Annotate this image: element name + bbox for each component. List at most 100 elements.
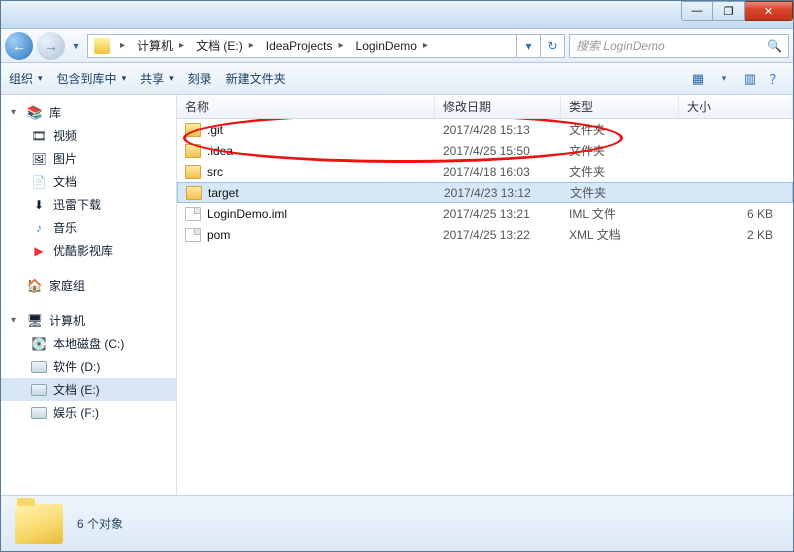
file-name: .idea (207, 144, 233, 158)
sidebar-library-group: ▾ 📚 库 🎞视频 🖼图片 📄文档 ⬇迅雷下载 ♪音乐 ▶优酷影视库 (1, 101, 176, 262)
forward-button[interactable]: → (37, 32, 65, 60)
crumb-computer[interactable]: 计算机▸ (131, 37, 190, 54)
file-rows[interactable]: .git 2017/4/28 15:13 文件夹 .idea 2017/4/25… (177, 119, 793, 495)
file-type: 文件夹 (561, 121, 679, 138)
video-icon: 🎞 (31, 128, 47, 144)
collapse-icon: ▾ (11, 107, 21, 118)
file-row[interactable]: .git 2017/4/28 15:13 文件夹 (177, 119, 793, 140)
crumb-logindemo[interactable]: LoginDemo▸ (350, 39, 434, 53)
organize-menu[interactable]: 组织 (9, 70, 43, 87)
download-icon: ⬇ (31, 197, 47, 213)
status-folder-icon (15, 504, 63, 544)
file-row[interactable]: src 2017/4/18 16:03 文件夹 (177, 161, 793, 182)
folder-icon (185, 144, 201, 158)
file-type: XML 文档 (561, 226, 679, 243)
folder-icon (185, 123, 201, 137)
sidebar-item-music[interactable]: ♪音乐 (1, 216, 176, 239)
share-menu[interactable]: 共享 (140, 70, 174, 87)
body: ▾ 📚 库 🎞视频 🖼图片 📄文档 ⬇迅雷下载 ♪音乐 ▶优酷影视库 🏠 家庭组 (1, 95, 793, 495)
search-input[interactable]: 搜索 LoginDemo 🔍 (569, 34, 789, 58)
titlebar: — ❐ ✕ (1, 1, 793, 29)
sidebar-item-video[interactable]: 🎞视频 (1, 124, 176, 147)
picture-icon: 🖼 (31, 151, 47, 167)
file-icon (185, 207, 201, 221)
refresh-button[interactable]: ↻ (540, 34, 564, 58)
collapse-icon: ▾ (11, 315, 21, 326)
file-name: pom (207, 228, 230, 242)
crumb-ideaprojects[interactable]: IdeaProjects▸ (260, 39, 350, 53)
sidebar-homegroup-label: 家庭组 (49, 277, 85, 294)
computer-icon: 🖥 (27, 313, 43, 329)
sidebar: ▾ 📚 库 🎞视频 🖼图片 📄文档 ⬇迅雷下载 ♪音乐 ▶优酷影视库 🏠 家庭组 (1, 95, 177, 495)
sidebar-computer-header[interactable]: ▾ 🖥 计算机 (1, 309, 176, 332)
maximize-button[interactable]: ❐ (713, 1, 745, 21)
file-row[interactable]: pom 2017/4/25 13:22 XML 文档 2 KB (177, 224, 793, 245)
file-row[interactable]: .idea 2017/4/25 15:50 文件夹 (177, 140, 793, 161)
status-text: 6 个对象 (77, 515, 123, 532)
explorer-window: — ❐ ✕ ← → ▼ ▸ 计算机▸ 文档 (E:)▸ IdeaProjects… (0, 0, 794, 552)
file-name: LoginDemo.iml (207, 207, 287, 221)
file-date: 2017/4/25 15:50 (435, 144, 561, 158)
file-name: src (207, 165, 223, 179)
burn-button[interactable]: 刻录 (188, 70, 212, 87)
drive-icon: 💽 (31, 336, 47, 352)
file-date: 2017/4/23 13:12 (436, 186, 562, 200)
column-headers: 名称 修改日期 类型 大小 (177, 95, 793, 119)
file-size: 6 KB (679, 207, 793, 221)
sidebar-drive-e[interactable]: 文档 (E:) (1, 378, 176, 401)
view-dropdown[interactable]: ▾ (715, 70, 733, 88)
new-folder-button[interactable]: 新建文件夹 (226, 70, 286, 87)
sidebar-item-documents[interactable]: 📄文档 (1, 170, 176, 193)
file-date: 2017/4/25 13:22 (435, 228, 561, 242)
file-icon (185, 228, 201, 242)
search-placeholder: 搜索 LoginDemo (576, 37, 665, 54)
sidebar-drive-f[interactable]: 娱乐 (F:) (1, 401, 176, 424)
sidebar-homegroup-header[interactable]: 🏠 家庭组 (1, 274, 176, 297)
window-controls: — ❐ ✕ (681, 1, 793, 28)
file-name: target (208, 186, 239, 200)
sidebar-drive-c[interactable]: 💽本地磁盘 (C:) (1, 332, 176, 355)
column-type[interactable]: 类型 (561, 95, 679, 118)
homegroup-icon: 🏠 (27, 278, 43, 294)
folder-icon (186, 186, 202, 200)
sidebar-homegroup: 🏠 家庭组 (1, 274, 176, 297)
view-mode-button[interactable]: ▦ (689, 70, 707, 88)
history-dropdown[interactable]: ▼ (69, 41, 83, 51)
close-button[interactable]: ✕ (745, 1, 793, 21)
sidebar-item-pictures[interactable]: 🖼图片 (1, 147, 176, 170)
crumb-sep: ▸ (120, 40, 125, 51)
youku-icon: ▶ (31, 243, 47, 259)
sidebar-library-header[interactable]: ▾ 📚 库 (1, 101, 176, 124)
file-row[interactable]: target 2017/4/23 13:12 文件夹 (177, 182, 793, 203)
sidebar-item-youku[interactable]: ▶优酷影视库 (1, 239, 176, 262)
preview-pane-button[interactable]: ▥ (741, 70, 759, 88)
back-button[interactable]: ← (5, 32, 33, 60)
folder-icon (94, 38, 110, 54)
library-icon: 📚 (27, 105, 43, 121)
drive-icon (31, 361, 47, 373)
sidebar-drive-d[interactable]: 软件 (D:) (1, 355, 176, 378)
file-type: IML 文件 (561, 205, 679, 222)
breadcrumb-dropdown[interactable]: ▾ (516, 34, 540, 58)
statusbar: 6 个对象 (1, 495, 793, 551)
include-library-menu[interactable]: 包含到库中 (57, 70, 127, 87)
sidebar-item-xunlei[interactable]: ⬇迅雷下载 (1, 193, 176, 216)
sidebar-library-label: 库 (49, 104, 61, 121)
column-size[interactable]: 大小 (679, 95, 793, 118)
drive-icon (31, 407, 47, 419)
minimize-button[interactable]: — (681, 1, 713, 21)
music-icon: ♪ (31, 220, 47, 236)
file-type: 文件夹 (562, 184, 680, 201)
file-date: 2017/4/25 13:21 (435, 207, 561, 221)
breadcrumb[interactable]: ▸ 计算机▸ 文档 (E:)▸ IdeaProjects▸ LoginDemo▸… (87, 34, 565, 58)
column-name[interactable]: 名称 (177, 95, 435, 118)
file-type: 文件夹 (561, 142, 679, 159)
search-icon[interactable]: 🔍 (767, 39, 782, 53)
file-name: .git (207, 123, 223, 137)
column-date[interactable]: 修改日期 (435, 95, 561, 118)
help-button[interactable]: ？ (767, 70, 785, 88)
crumb-drive[interactable]: 文档 (E:)▸ (190, 37, 260, 54)
file-size: 2 KB (679, 228, 793, 242)
file-row[interactable]: LoginDemo.iml 2017/4/25 13:21 IML 文件 6 K… (177, 203, 793, 224)
navbar: ← → ▼ ▸ 计算机▸ 文档 (E:)▸ IdeaProjects▸ Logi… (1, 29, 793, 63)
